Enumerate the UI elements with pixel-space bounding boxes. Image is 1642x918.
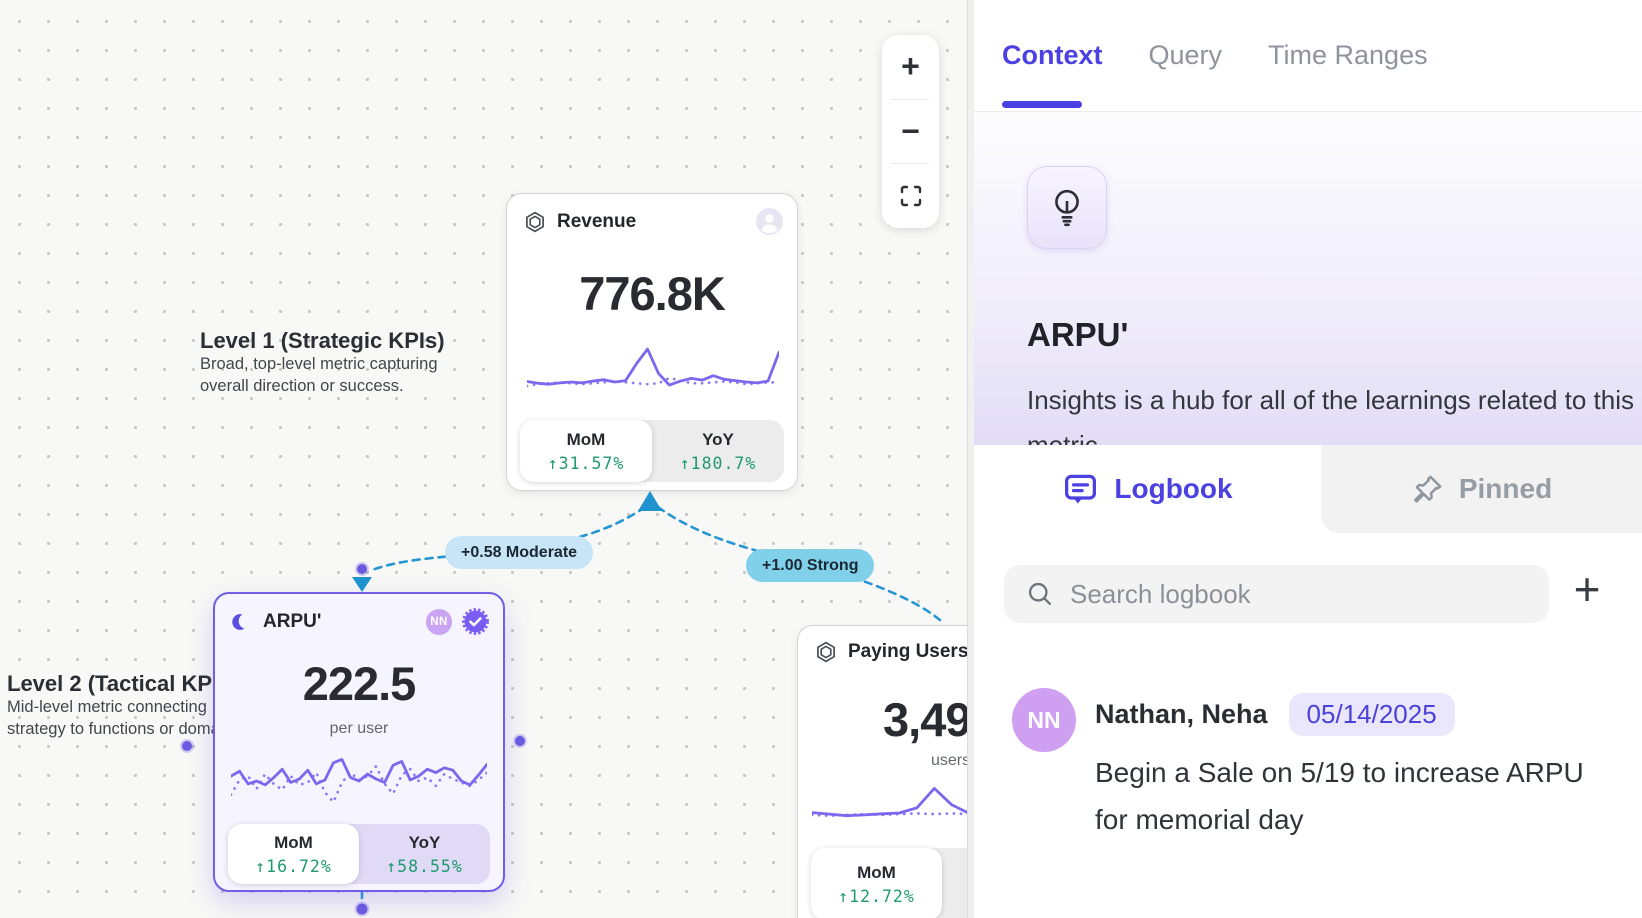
sparkline-chart: [527, 342, 779, 394]
zoom-out-button[interactable]: −: [882, 100, 939, 164]
add-logbook-entry-button[interactable]: +: [1558, 560, 1616, 618]
tab-pinned-label: Pinned: [1459, 473, 1552, 505]
mom-label: MoM: [567, 430, 606, 450]
level-2-desc-line: Mid-level metric connecting: [7, 697, 245, 719]
zoom-in-button[interactable]: +: [882, 35, 939, 99]
hexagon-metric-icon: [814, 640, 838, 664]
mom-stat[interactable]: MoM ↑16.72%: [228, 824, 359, 884]
mom-label: MoM: [857, 863, 896, 883]
mom-value: ↑12.72%: [838, 887, 915, 906]
logbook-search[interactable]: [1004, 565, 1549, 623]
crescent-moon-icon: [231, 611, 253, 633]
metric-card-paying-users[interactable]: Paying Users' 3,49 users MoM ↑12.72%: [797, 625, 968, 918]
fullscreen-icon: [900, 185, 922, 207]
yoy-stat[interactable]: [942, 848, 968, 918]
card-footer: MoM ↑31.57% YoY ↑180.7%: [520, 420, 784, 482]
mom-value: ↑31.57%: [548, 454, 625, 473]
level-1-title: Level 1 (Strategic KPIs): [200, 328, 445, 354]
metric-tree-canvas[interactable]: Level 1 (Strategic KPIs) Broad, top-leve…: [0, 0, 968, 918]
metric-name-heading: ARPU': [1027, 316, 1128, 354]
zoom-toolbar: + −: [882, 35, 939, 228]
card-title: Revenue: [557, 211, 636, 233]
entry-date-badge[interactable]: 05/14/2025: [1289, 693, 1455, 736]
tab-logbook-label: Logbook: [1114, 473, 1232, 505]
entry-body: Nathan, Neha 05/14/2025 Begin a Sale on …: [1095, 688, 1623, 843]
user-avatar-icon[interactable]: [756, 208, 783, 235]
entry-message: Begin a Sale on 5/19 to increase ARPU fo…: [1095, 749, 1623, 843]
mom-stat[interactable]: MoM ↑31.57%: [520, 420, 652, 482]
metric-value: 222.5: [215, 656, 503, 711]
search-icon: [1026, 580, 1054, 608]
card-header: Paying Users': [814, 640, 968, 664]
arrowhead-into-arpu: [352, 577, 372, 592]
tab-time-ranges[interactable]: Time Ranges: [1268, 40, 1428, 71]
yoy-label: YoY: [409, 833, 441, 853]
mom-value: ↑16.72%: [255, 857, 332, 876]
handle-arpu-top[interactable]: [357, 564, 367, 574]
tab-logbook[interactable]: Logbook: [974, 445, 1321, 533]
mom-label: MoM: [274, 833, 313, 853]
yoy-value: ↑180.7%: [680, 454, 757, 473]
sparkline-chart: [812, 781, 968, 827]
pushpin-icon: [1411, 473, 1444, 506]
verified-check-icon: [462, 608, 489, 635]
metric-value: 776.8K: [507, 266, 797, 321]
card-header: ARPU' NN: [231, 608, 489, 635]
card-title: ARPU': [263, 611, 321, 633]
context-side-panel: Context Query Time Ranges ARPU' Insights…: [968, 0, 1642, 918]
handle-arpu-bottom[interactable]: [357, 904, 368, 915]
fit-view-button[interactable]: [882, 164, 939, 228]
hexagon-metric-icon: [523, 210, 547, 234]
handle-arpu-left[interactable]: [182, 741, 192, 751]
entry-head: Nathan, Neha 05/14/2025: [1095, 693, 1623, 736]
level-2-desc-line: strategy to functions or domains.: [7, 719, 245, 741]
entry-author: Nathan, Neha: [1095, 699, 1268, 730]
active-tab-underline: [1002, 101, 1082, 108]
level-1-desc-line: Broad, top-level metric capturing: [200, 354, 445, 376]
tab-pinned[interactable]: Pinned: [1321, 445, 1642, 533]
logbook-pinned-tabs: Logbook Pinned: [974, 445, 1642, 533]
arrowhead-into-revenue: [638, 491, 662, 511]
yoy-stat[interactable]: YoY ↑58.55%: [359, 824, 490, 884]
tab-query[interactable]: Query: [1149, 40, 1223, 71]
edge-label-moderate[interactable]: +0.58 Moderate: [445, 536, 593, 569]
level-1-label: Level 1 (Strategic KPIs) Broad, top-leve…: [200, 328, 445, 397]
metric-unit: per user: [215, 720, 503, 738]
card-footer: MoM ↑12.72%: [811, 848, 968, 918]
tab-context[interactable]: Context: [1002, 40, 1103, 71]
level-2-title: Level 2 (Tactical KPIs): [7, 671, 245, 697]
metric-card-arpu[interactable]: ARPU' NN 222.5 per user MoM ↑16.72% YoY …: [213, 592, 505, 892]
metric-card-revenue[interactable]: Revenue 776.8K MoM ↑31.57% YoY ↑180.7%: [506, 193, 798, 491]
card-footer: MoM ↑16.72% YoY ↑58.55%: [228, 824, 490, 884]
metric-hero-section: ARPU' Insights is a hub for all of the l…: [974, 112, 1642, 445]
panel-tabbar: Context Query Time Ranges: [974, 0, 1642, 112]
lightbulb-icon: [1048, 187, 1086, 229]
handle-arpu-right[interactable]: [515, 736, 525, 746]
metric-unit: users: [931, 752, 968, 770]
level-2-label: Level 2 (Tactical KPIs) Mid-level metric…: [7, 671, 245, 740]
card-title: Paying Users': [848, 641, 968, 663]
card-header: Revenue: [523, 208, 783, 235]
insights-icon-tile: [1027, 166, 1107, 249]
logbook-entry[interactable]: NN Nathan, Neha 05/14/2025 Begin a Sale …: [1012, 688, 1608, 843]
level-1-desc-line: overall direction or success.: [200, 376, 445, 398]
logbook-chat-icon: [1062, 471, 1099, 508]
yoy-stat[interactable]: YoY ↑180.7%: [652, 420, 784, 482]
metric-value: 3,49: [883, 692, 968, 747]
avatar: NN: [1012, 688, 1076, 752]
sparkline-chart: [231, 752, 487, 808]
edge-label-strong[interactable]: +1.00 Strong: [746, 549, 874, 582]
owner-initials-badge[interactable]: NN: [426, 609, 452, 635]
search-input[interactable]: [1070, 579, 1500, 610]
mom-stat[interactable]: MoM ↑12.72%: [811, 848, 942, 918]
yoy-value: ↑58.55%: [386, 857, 463, 876]
yoy-label: YoY: [702, 430, 734, 450]
